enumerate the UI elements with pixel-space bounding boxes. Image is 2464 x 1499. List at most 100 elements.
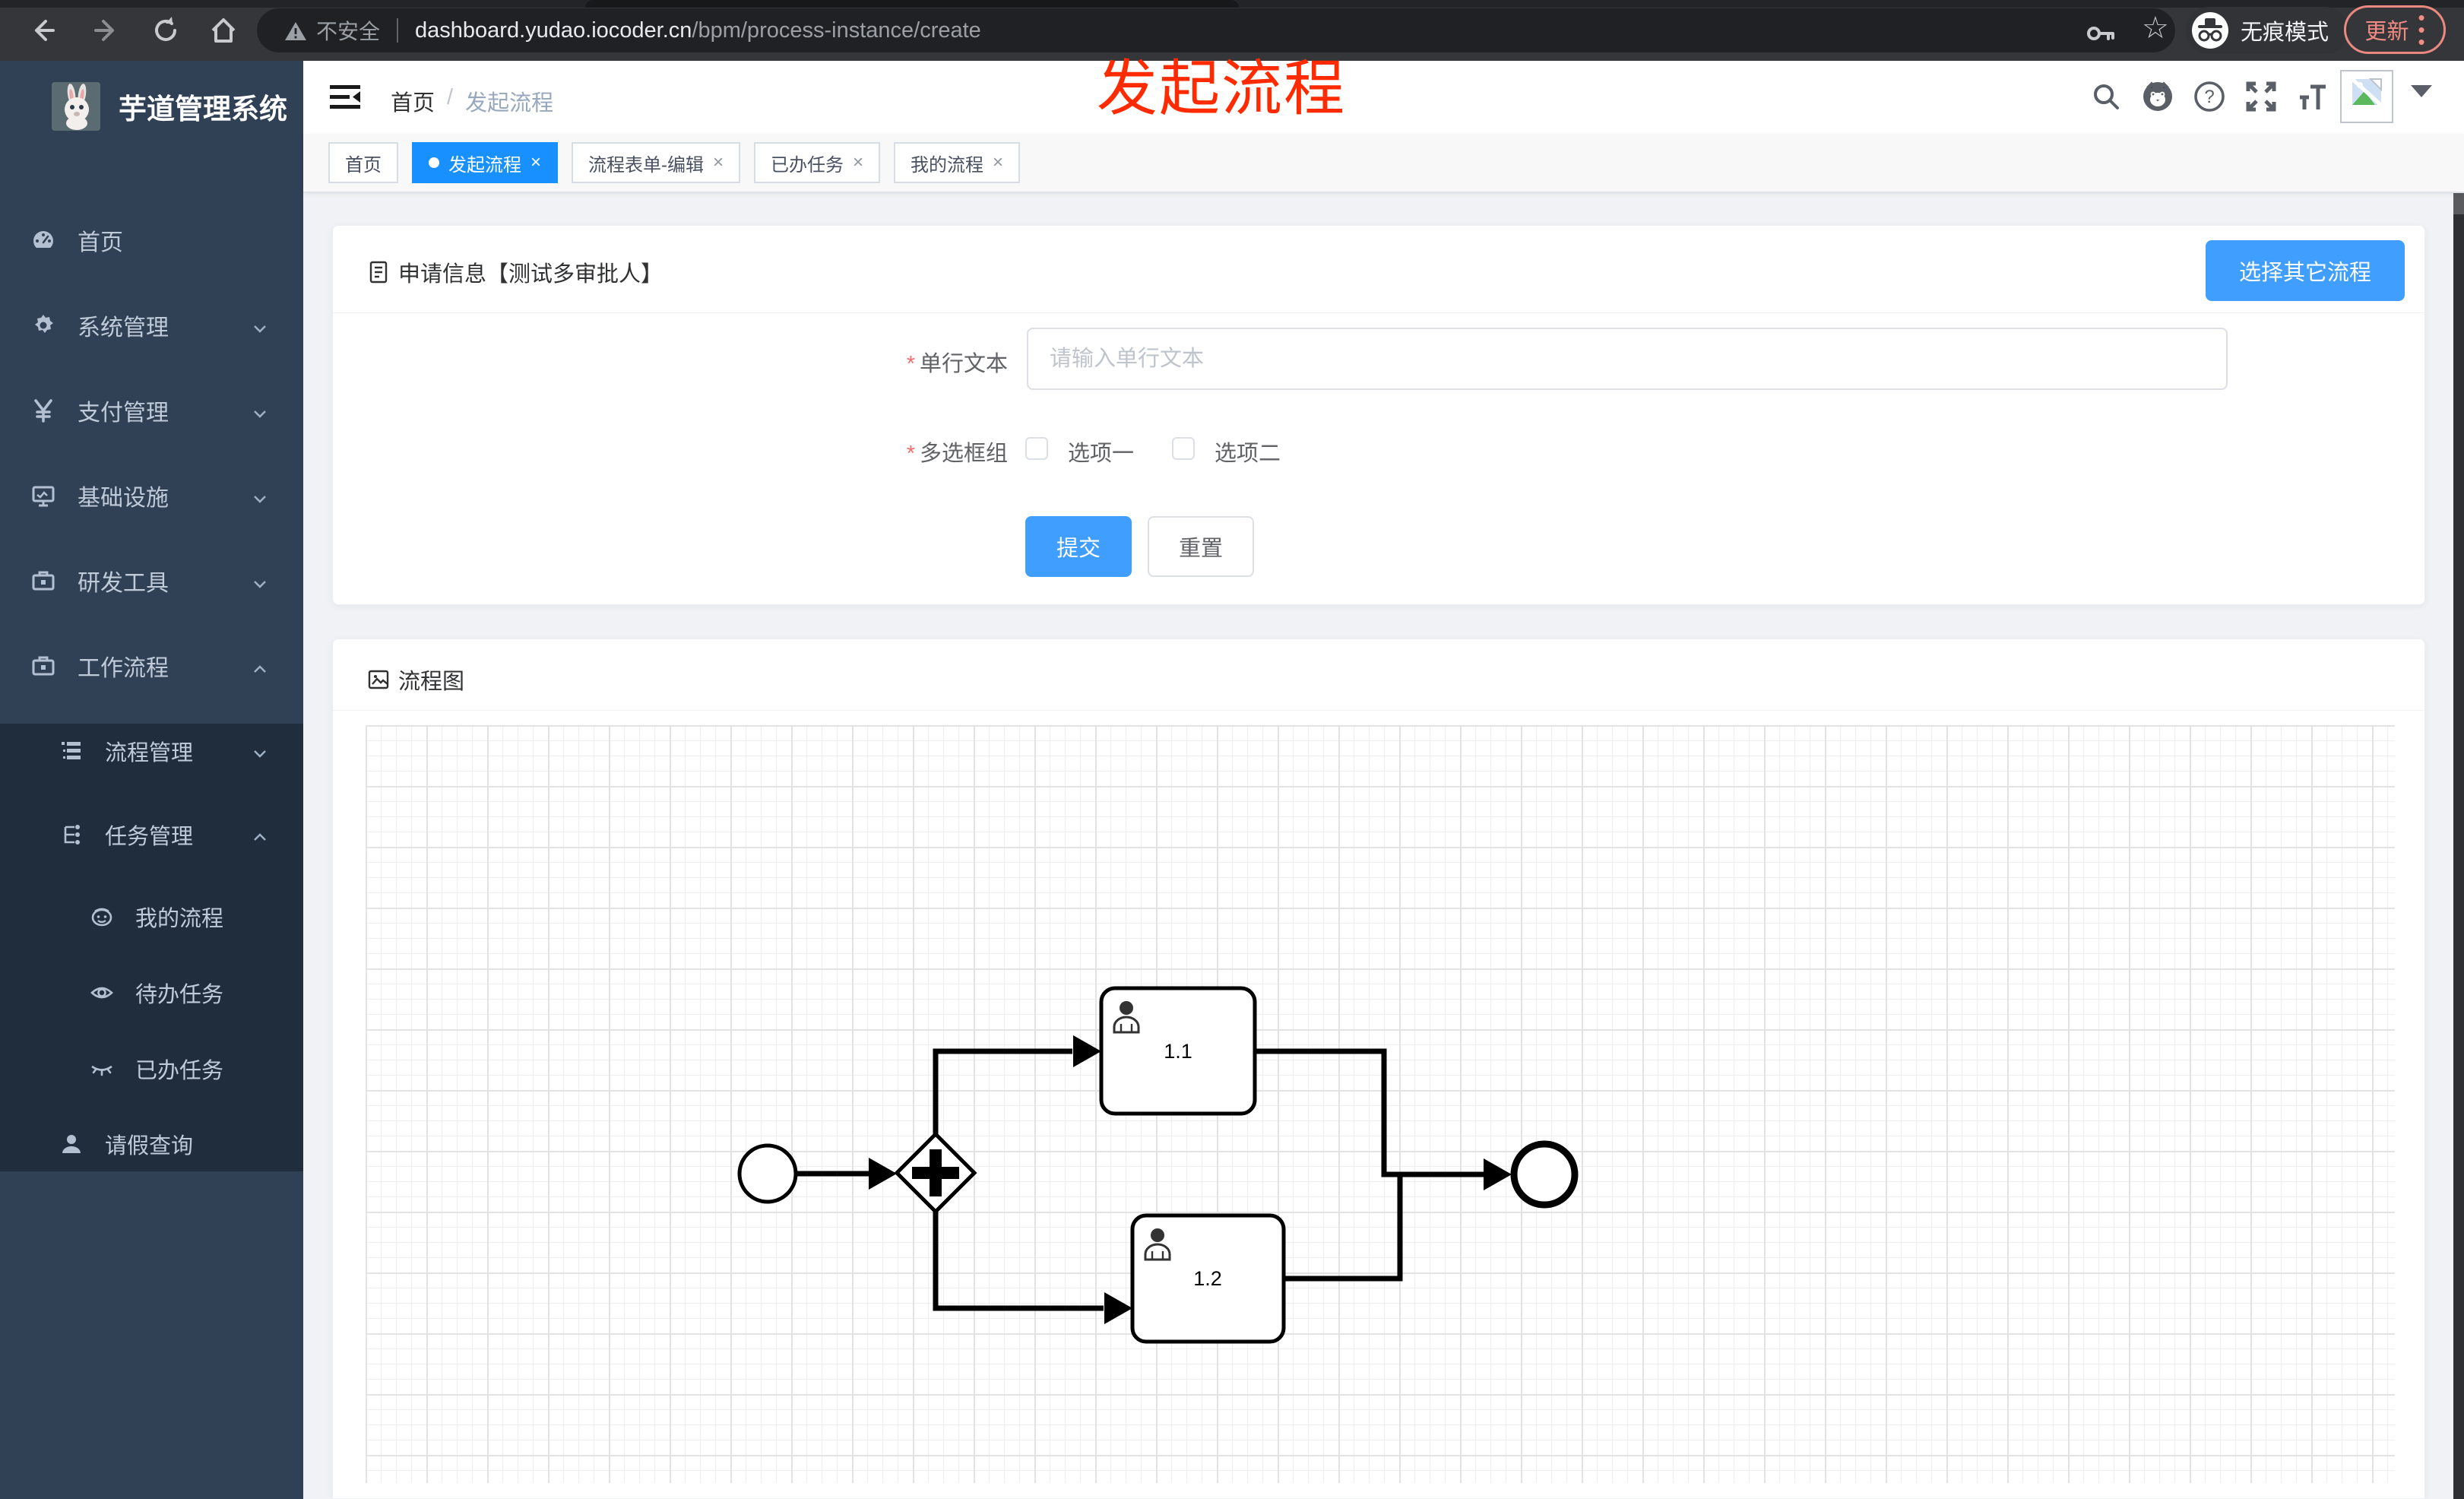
checkbox-option-two[interactable] [1172, 437, 1195, 460]
sidebar-item-task-management[interactable]: 任务管理 [0, 797, 303, 873]
close-icon[interactable]: × [713, 152, 724, 173]
checkbox-option-one[interactable] [1025, 437, 1048, 460]
tree-list-icon [59, 739, 84, 763]
breadcrumb-home[interactable]: 首页 [391, 85, 435, 117]
tags-view-bar: 首页 × 发起流程 × 流程表单-编辑 × 已办任务 × 我的流程 × [303, 134, 2464, 193]
sidebar-item-label: 我的流程 [135, 907, 224, 931]
fullscreen-icon[interactable] [2244, 79, 2279, 114]
dashboard-icon [30, 227, 56, 253]
workflow-submenu: 流程管理 任务管理 我的流程 待办任务 已办任务 请假查询 [0, 724, 303, 1171]
browser-update-button[interactable]: 更新 • • • [2344, 5, 2446, 54]
avatar[interactable] [2340, 70, 2393, 123]
process-diagram-title: 流程图 [398, 670, 465, 694]
chevron-down-icon [252, 317, 268, 334]
bpmn-canvas[interactable]: 1.1 1.2 [366, 725, 2395, 1483]
sidebar-item-system[interactable]: 系统管理 [0, 283, 303, 368]
address-divider [397, 18, 399, 43]
bookmark-star-icon[interactable]: ☆ [2142, 11, 2169, 46]
sidebar-item-home[interactable]: 首页 [0, 198, 303, 283]
process-diagram-card: 流程图 1.1 1.2 [332, 639, 2425, 1499]
browser-reload-icon[interactable] [149, 14, 182, 47]
sidebar-item-leave-query[interactable]: 请假查询 [0, 1106, 303, 1182]
single-line-text-input[interactable] [1027, 328, 2228, 390]
breadcrumb: 首页 / 发起流程 [391, 85, 553, 117]
sidebar-item-process-management[interactable]: 流程管理 [0, 713, 303, 789]
tab-label: 我的流程 [911, 154, 984, 176]
close-icon[interactable]: × [993, 152, 1003, 173]
toolbox-icon [30, 568, 56, 594]
sidebar-item-devtools[interactable]: 研发工具 [0, 538, 303, 623]
close-icon[interactable]: × [530, 152, 541, 173]
tab-done-tasks[interactable]: 已办任务 × [754, 142, 881, 183]
sidebar-item-payment[interactable]: 支付管理 [0, 368, 303, 453]
font-size-icon[interactable] [2294, 79, 2329, 114]
eye-closed-icon [90, 1057, 114, 1081]
tab-label: 发起流程 [448, 154, 521, 176]
select-other-process-button[interactable]: 选择其它流程 [2205, 240, 2405, 301]
svg-text:?: ? [2204, 87, 2214, 107]
chevron-down-icon [252, 487, 268, 504]
update-label[interactable]: 更新 [2364, 14, 2409, 46]
sidebar-item-my-process[interactable]: 我的流程 [0, 879, 303, 955]
face-icon [90, 905, 114, 929]
card-title-row: 申请信息【测试多审批人】 [366, 256, 663, 288]
tab-my-process[interactable]: 我的流程 × [894, 142, 1021, 183]
briefcase-icon [30, 653, 56, 679]
active-dot [429, 157, 439, 168]
sidebar-item-label: 研发工具 [78, 571, 169, 596]
annotation-overlay-text: 发起流程 [1097, 55, 1346, 122]
sidebar-item-label: 基础设施 [78, 486, 169, 511]
sidebar-item-label: 待办任务 [135, 983, 224, 1007]
sidebar-item-done-tasks[interactable]: 已办任务 [0, 1031, 303, 1107]
submit-button[interactable]: 提交 [1025, 516, 1132, 577]
sidebar-item-label: 系统管理 [78, 315, 169, 341]
browser-menu-dots-icon[interactable]: • • • [2418, 8, 2424, 52]
chevron-down-icon [252, 743, 268, 759]
url-path[interactable]: /bpm/process-instance/create [692, 18, 980, 43]
incognito-icon [2192, 12, 2228, 49]
gear-icon [30, 312, 56, 338]
sidebar-collapse-icon[interactable] [328, 81, 362, 114]
bpmn-parallel-gateway[interactable] [894, 1131, 977, 1215]
search-icon[interactable] [2089, 79, 2124, 114]
field-label-checkbox-group: * 多选框组 [906, 442, 1008, 466]
close-icon[interactable]: × [853, 152, 863, 173]
breadcrumb-separator: / [447, 85, 454, 109]
browser-home-icon[interactable] [207, 14, 240, 47]
reset-button[interactable]: 重置 [1148, 516, 1254, 577]
password-key-icon[interactable] [2084, 17, 2117, 50]
bpmn-user-task-1-1[interactable]: 1.1 [1099, 986, 1257, 1116]
sidebar-item-todo-tasks[interactable]: 待办任务 [0, 955, 303, 1031]
tab-process-form-edit[interactable]: 流程表单-编辑 × [572, 142, 741, 183]
github-icon[interactable] [2140, 79, 2175, 114]
app-logo-image [52, 82, 100, 131]
sidebar-item-workflow[interactable]: 工作流程 [0, 623, 303, 708]
url-host[interactable]: dashboard.yudao.iocoder.cn [415, 18, 692, 43]
eye-open-icon [90, 981, 114, 1005]
bpmn-end-event[interactable] [1510, 1140, 1579, 1209]
card-header-divider [333, 710, 2424, 711]
browser-back-icon[interactable] [26, 14, 59, 47]
tab-home[interactable]: 首页 × [328, 142, 398, 183]
monitor-icon [30, 483, 56, 509]
not-secure-warning-icon [285, 21, 306, 40]
checkbox-option-one-label[interactable]: 选项一 [1068, 436, 1134, 467]
tab-create-process[interactable]: 发起流程 × [412, 142, 559, 183]
incognito-badge: 无痕模式 [2186, 7, 2349, 54]
tab-label: 流程表单-编辑 [588, 154, 705, 176]
page-scrollbar[interactable] [2453, 61, 2464, 1499]
avatar-caret-down-icon[interactable] [2411, 85, 2432, 97]
app-logo-row[interactable]: 芋道管理系统 [0, 70, 303, 143]
browser-forward-icon[interactable] [90, 14, 123, 47]
bpmn-user-task-1-2[interactable]: 1.2 [1130, 1213, 1286, 1344]
sidebar-item-infrastructure[interactable]: 基础设施 [0, 453, 303, 538]
bpmn-start-event[interactable] [737, 1143, 798, 1204]
tab-label: 已办任务 [771, 154, 844, 176]
help-icon[interactable]: ? [2192, 79, 2227, 114]
sidebar-item-label: 已办任务 [135, 1059, 224, 1083]
not-secure-label[interactable]: 不安全 [316, 15, 380, 46]
user-icon [59, 1132, 84, 1156]
checkbox-option-two-label[interactable]: 选项二 [1215, 436, 1281, 467]
required-mark: * [906, 352, 915, 376]
chevron-up-icon [252, 826, 268, 843]
